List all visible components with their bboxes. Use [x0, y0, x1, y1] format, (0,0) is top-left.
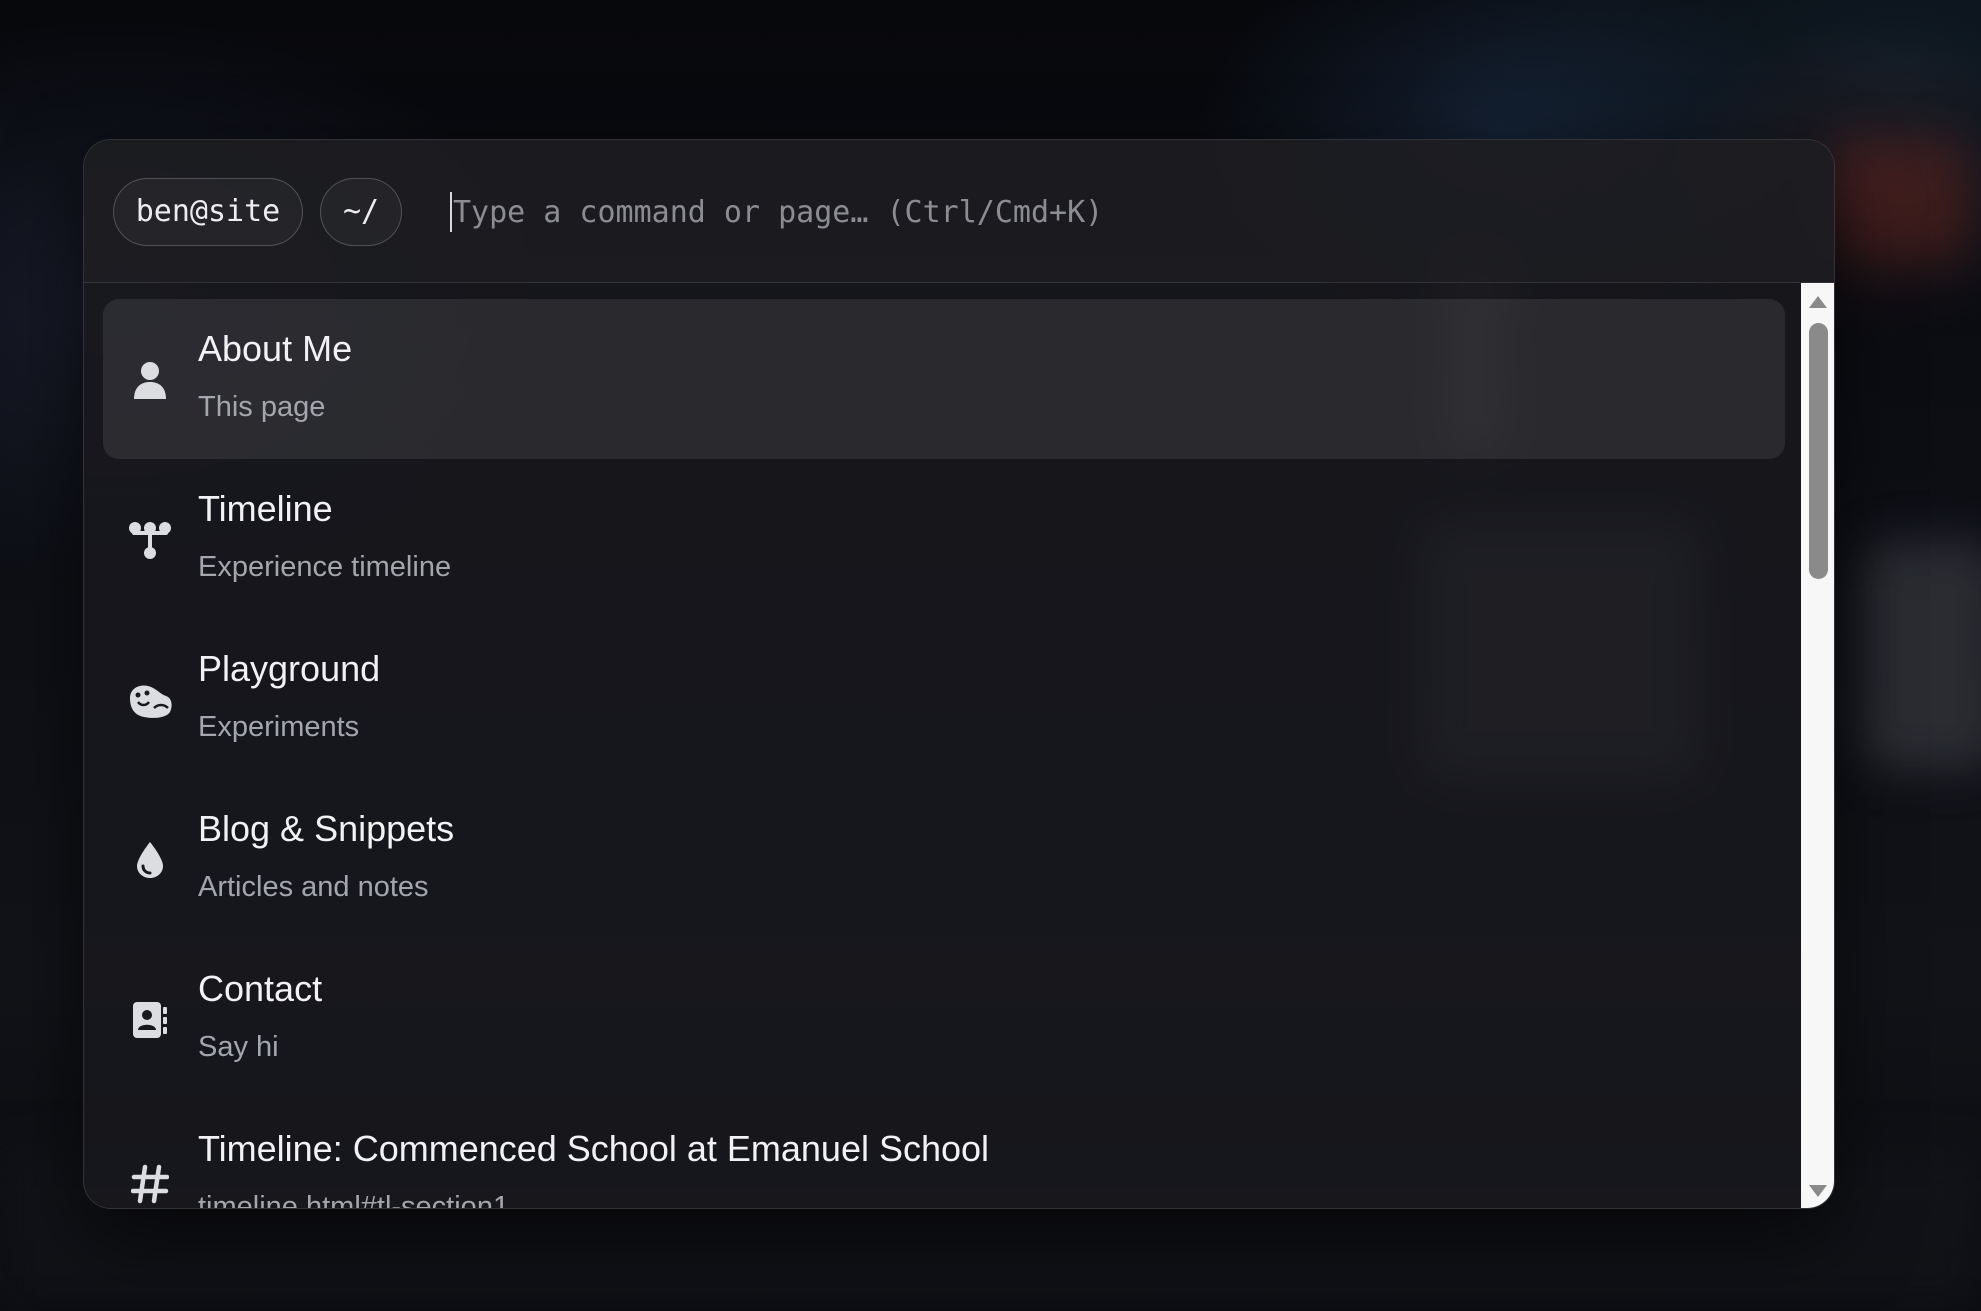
user-host-chip: ben@site — [113, 178, 303, 246]
result-description: Experience timeline — [198, 551, 452, 583]
result-description: Say hi — [198, 1031, 279, 1063]
result-title: About Me — [198, 328, 353, 369]
result-item-playground[interactable]: Playground Experiments — [103, 619, 1785, 779]
result-item-timeline-section[interactable]: Timeline: Commenced School at Emanuel Sc… — [103, 1099, 1785, 1209]
backdrop-blur-shape — [1860, 540, 1981, 770]
result-title: Playground — [198, 648, 381, 689]
contact-book-icon — [125, 995, 175, 1045]
result-item-about-me[interactable]: About Me This page — [103, 299, 1785, 459]
hashtag-icon — [125, 1159, 175, 1208]
user-icon — [125, 355, 175, 405]
result-item-timeline[interactable]: Timeline Experience timeline — [103, 459, 1785, 619]
result-description: Experiments — [198, 711, 360, 743]
result-title: Timeline — [198, 488, 333, 529]
backdrop-blur-shape — [1830, 140, 1970, 260]
timeline-icon — [125, 515, 175, 565]
text-caret — [450, 192, 452, 232]
current-path-chip: ~/ — [320, 178, 402, 246]
command-results-list: About Me This page Timeline Experience t… — [84, 283, 1801, 1209]
scroll-down-arrow-icon[interactable] — [1801, 1176, 1834, 1206]
result-item-blog-snippets[interactable]: Blog & Snippets Articles and notes — [103, 779, 1785, 939]
result-title: Timeline: Commenced School at Emanuel Sc… — [198, 1128, 990, 1169]
scrollbar-thumb[interactable] — [1809, 323, 1828, 579]
result-title: Contact — [198, 968, 323, 1009]
command-palette: ben@site ~/ About Me This page — [83, 139, 1835, 1209]
result-description: Articles and notes — [198, 871, 429, 903]
result-description: This page — [198, 391, 326, 423]
result-title: Blog & Snippets — [198, 808, 455, 849]
result-description: timeline.html#tl-section1 — [198, 1191, 510, 1209]
command-prompt-bar: ben@site ~/ — [84, 140, 1834, 283]
result-item-contact[interactable]: Contact Say hi — [103, 939, 1785, 1099]
command-search-input[interactable] — [447, 180, 1753, 244]
otter-icon — [125, 675, 175, 725]
results-scrollbar[interactable] — [1801, 283, 1834, 1208]
droplet-icon — [125, 835, 175, 885]
scroll-up-arrow-icon[interactable] — [1801, 287, 1834, 317]
